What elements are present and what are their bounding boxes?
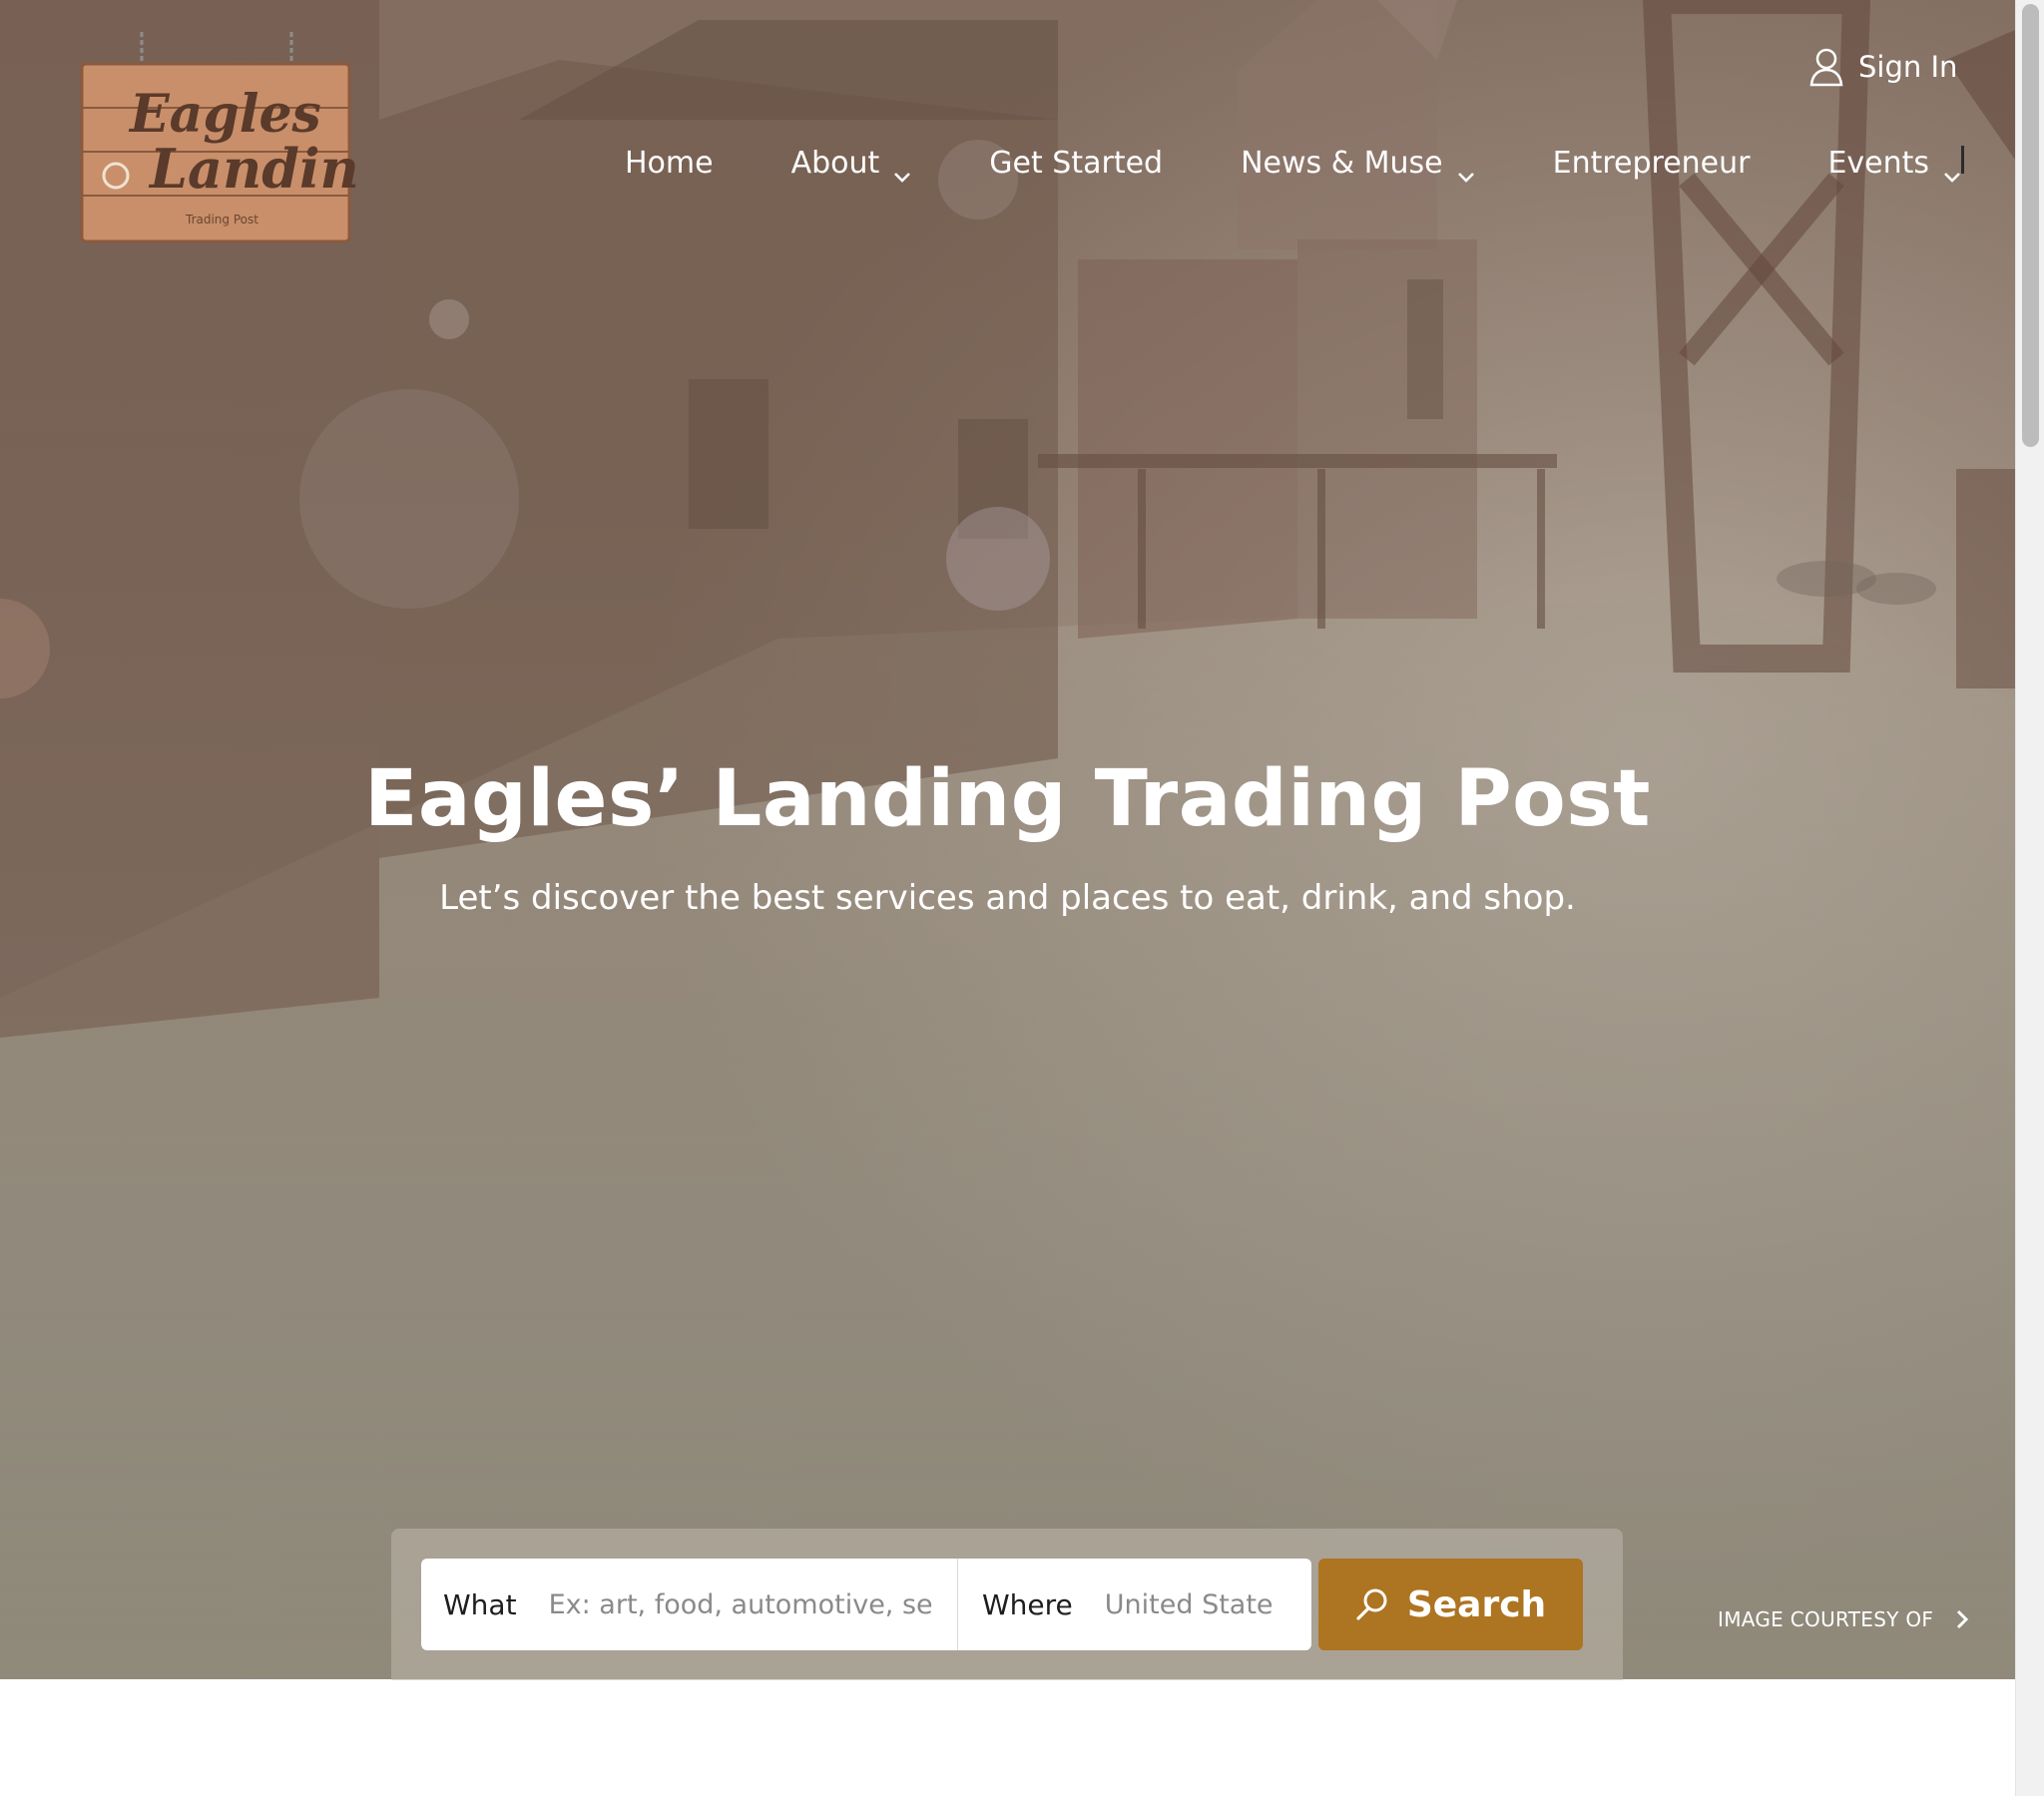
search-icon xyxy=(1355,1587,1389,1621)
main-navigation: Home About Get Started News & Muse Entre… xyxy=(625,138,2039,188)
what-input[interactable] xyxy=(548,1588,933,1620)
what-label: What xyxy=(443,1587,517,1621)
where-field: Where xyxy=(958,1559,1311,1650)
sign-in-link[interactable]: Sign In xyxy=(1808,44,1957,90)
nav-item-label: News & Muse xyxy=(1241,145,1443,181)
nav-item-label: Get Started xyxy=(989,145,1164,181)
nav-item-label: Entrepreneur xyxy=(1552,145,1751,181)
logo-text-line1: Eagles xyxy=(128,84,321,145)
where-label: Where xyxy=(982,1587,1073,1621)
nav-item-news-muse[interactable]: News & Muse xyxy=(1241,145,1475,183)
image-courtesy-link[interactable]: IMAGE COURTESY OF xyxy=(1718,1604,1969,1634)
logo-subtext: Trading Post xyxy=(185,213,258,226)
hero-title: Eagles’ Landing Trading Post xyxy=(364,754,1651,844)
nav-item-entrepreneur[interactable]: Entrepreneur xyxy=(1553,146,1751,181)
search-form: What Where xyxy=(421,1559,1311,1650)
chevron-right-icon xyxy=(1955,1608,1969,1630)
image-courtesy-label: IMAGE COURTESY OF xyxy=(1718,1607,1934,1631)
hero-subtitle: Let’s discover the best services and pla… xyxy=(439,878,1576,918)
logo-sign-image: Eagles Landing Trading Post xyxy=(80,32,397,243)
site-logo[interactable]: Eagles Landing Trading Post xyxy=(78,28,397,245)
what-field: What xyxy=(421,1559,958,1650)
logo-text-line2: Landing xyxy=(148,137,357,201)
nav-item-home[interactable]: Home xyxy=(625,146,714,181)
user-icon xyxy=(1808,47,1844,87)
chevron-down-icon xyxy=(1943,157,1961,183)
search-button[interactable]: Search xyxy=(1318,1559,1583,1650)
search-button-label: Search xyxy=(1406,1583,1547,1625)
chevron-down-icon xyxy=(1457,157,1475,183)
sign-in-label: Sign In xyxy=(1858,50,1958,84)
nav-divider xyxy=(1961,146,1964,174)
page-scrollbar[interactable] xyxy=(2015,0,2044,1796)
where-input[interactable] xyxy=(1104,1588,1275,1620)
nav-item-get-started[interactable]: Get Started xyxy=(989,146,1163,181)
nav-item-label: About xyxy=(790,145,880,181)
nav-item-label: Events xyxy=(1827,145,1930,181)
nav-item-about[interactable]: About xyxy=(790,145,912,183)
nav-item-events[interactable]: Events xyxy=(1827,145,1961,183)
scrollbar-thumb[interactable] xyxy=(2022,4,2039,447)
nav-item-label: Home xyxy=(625,145,714,181)
chevron-down-icon xyxy=(893,157,911,183)
